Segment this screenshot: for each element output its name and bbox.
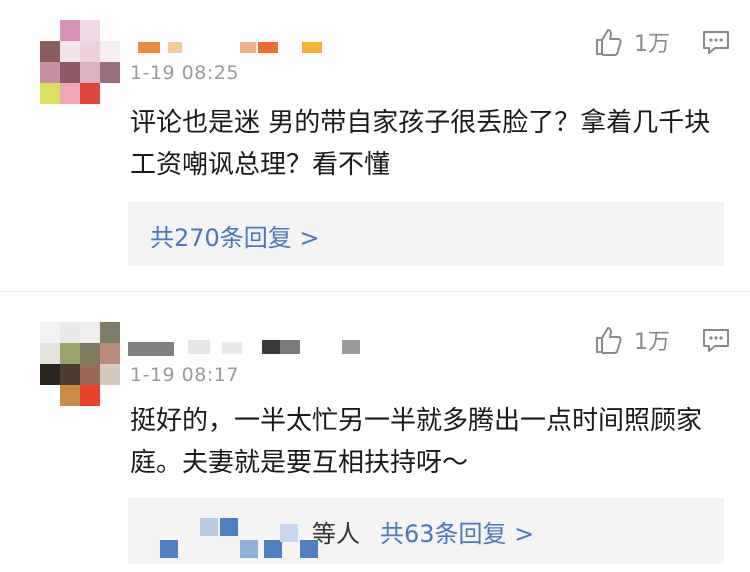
view-replies-link[interactable]: 共63条回复 > bbox=[380, 514, 534, 549]
like-count: 1万 bbox=[634, 330, 670, 355]
replies-box[interactable]: 共270条回复 > bbox=[128, 202, 724, 266]
thumbs-up-icon bbox=[594, 325, 624, 355]
username-blurred[interactable] bbox=[138, 38, 328, 54]
comment-icon[interactable] bbox=[702, 328, 730, 358]
like-button[interactable]: 1万 bbox=[594, 26, 670, 58]
comment-1: 1-19 08:25 1万 评论也是迷 男的带自家孩子很丢脸了？拿着几千块工资嘲… bbox=[0, 0, 750, 290]
view-replies-link[interactable]: 共270条回复 > bbox=[150, 218, 320, 253]
reply-author-blurred[interactable] bbox=[160, 540, 178, 558]
comment-2: 1-19 08:17 1万 挺好的，一半太忙另一半就多腾出一点时间照顾家庭。夫妻… bbox=[0, 292, 750, 572]
comment-text: 挺好的，一半太忙另一半就多腾出一点时间照顾家庭。夫妻就是要互相扶持呀～ bbox=[130, 406, 703, 478]
replies-box[interactable]: 等人 共63条回复 > bbox=[128, 498, 724, 564]
comment-time: 1-19 08:25 bbox=[130, 62, 239, 84]
comment-icon[interactable] bbox=[702, 30, 730, 60]
like-button[interactable]: 1万 bbox=[594, 324, 670, 356]
avatar[interactable] bbox=[40, 322, 120, 406]
comment-text: 评论也是迷 男的带自家孩子很丢脸了？拿着几千块工资嘲讽总理？看不懂 bbox=[130, 108, 711, 180]
reply-author-suffix: 等人 bbox=[312, 520, 360, 548]
avatar[interactable] bbox=[40, 20, 120, 104]
comment-time: 1-19 08:17 bbox=[130, 364, 239, 386]
username-blurred[interactable] bbox=[128, 336, 368, 358]
like-count: 1万 bbox=[634, 32, 670, 57]
thumbs-up-icon bbox=[594, 27, 624, 57]
